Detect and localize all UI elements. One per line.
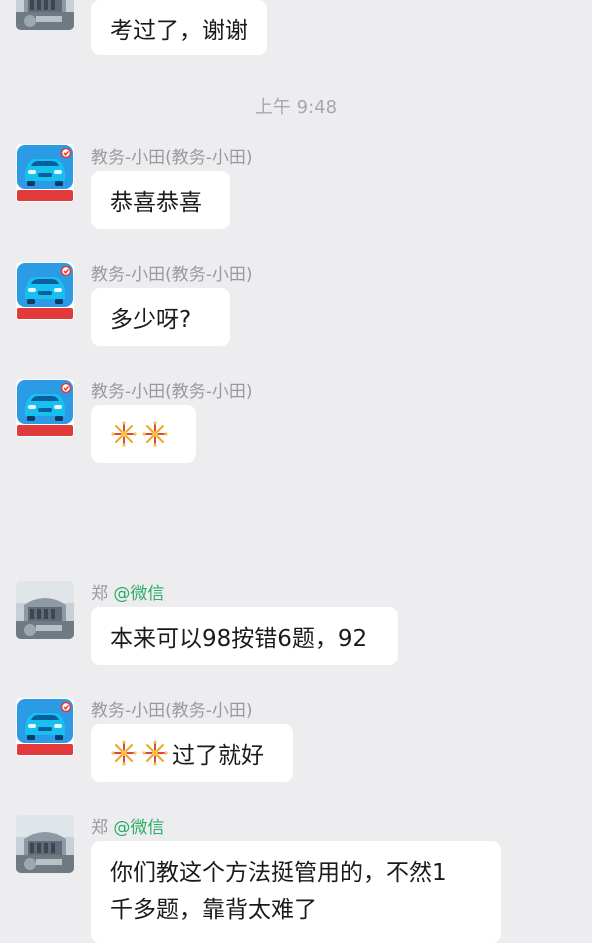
timestamp: 上午 9:48: [254, 97, 338, 118]
blue-car-app-icon: [16, 262, 74, 320]
message-bubble[interactable]: 过了就好: [91, 724, 293, 782]
sender-platform-tag: @微信: [113, 584, 165, 604]
avatar[interactable]: [16, 815, 74, 873]
sender-name-text: 郑: [91, 584, 108, 604]
message-bubble[interactable]: 多少呀?: [91, 288, 230, 346]
sender-name: 郑 @微信: [91, 813, 164, 838]
sender-platform-tag: @微信: [113, 818, 165, 838]
sender-name: 教务-小田(教务-小田): [91, 382, 253, 402]
sender-name: 教务-小田(教务-小田): [91, 148, 253, 168]
fireworks-icon: [141, 420, 169, 448]
sender-name-text: 郑: [91, 818, 108, 838]
blue-car-app-icon: [16, 698, 74, 756]
avatar[interactable]: [16, 0, 74, 30]
message-bubble[interactable]: 考过了，谢谢: [91, 0, 267, 55]
message-text: 本来可以98按错6题，92: [110, 626, 368, 652]
message-text: 恭喜恭喜: [110, 190, 202, 216]
message-text: 考过了，谢谢: [110, 17, 248, 44]
message-bubble[interactable]: 恭喜恭喜: [91, 171, 230, 229]
fireworks-icon: [110, 739, 138, 767]
avatar[interactable]: [16, 144, 74, 202]
sender-name: 教务-小田(教务-小田): [91, 701, 253, 721]
message-bubble[interactable]: [91, 405, 196, 463]
avatar[interactable]: [16, 581, 74, 639]
blue-car-app-icon: [16, 144, 74, 202]
fireworks-icon: [110, 420, 138, 448]
message-line: 千多题，靠背太难了: [110, 897, 317, 923]
fireworks-icon: [141, 739, 169, 767]
message-text: 多少呀?: [110, 307, 192, 333]
message-bubble[interactable]: 本来可以98按错6题，92: [91, 607, 398, 665]
message-line: 你们教这个方法挺管用的，不然1: [110, 860, 447, 886]
sender-name: 教务-小田(教务-小田): [91, 265, 253, 285]
blue-car-app-icon: [16, 379, 74, 437]
avatar[interactable]: [16, 698, 74, 756]
message-text: 过了就好: [172, 743, 264, 769]
avatar[interactable]: [16, 262, 74, 320]
avatar[interactable]: [16, 379, 74, 437]
emoji-row: 过了就好: [110, 736, 264, 770]
emoji-row: [110, 420, 172, 448]
sender-name: 郑 @微信: [91, 579, 164, 604]
message-bubble[interactable]: 你们教这个方法挺管用的，不然1 千多题，靠背太难了: [91, 841, 501, 943]
